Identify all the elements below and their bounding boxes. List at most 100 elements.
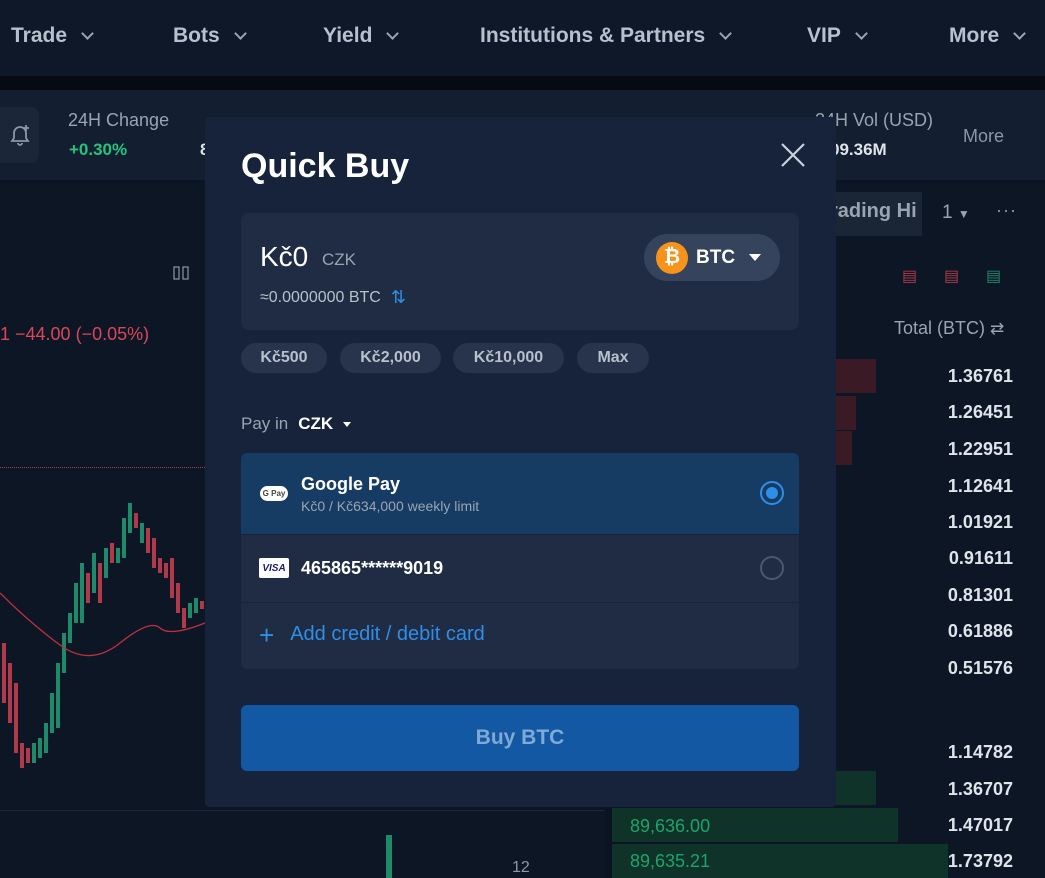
plus-icon: +	[259, 619, 275, 650]
nav-item-label: VIP	[807, 24, 841, 47]
bitcoin-icon: ₿	[656, 241, 688, 274]
visa-icon: VISA	[259, 558, 289, 578]
preset-2000-button[interactable]: Kč2,000	[340, 343, 441, 373]
time-axis-tick: 12	[512, 859, 530, 876]
divider	[241, 602, 799, 603]
amount-input[interactable]: Kč0	[260, 241, 308, 273]
bid-price[interactable]: 89,636.00	[630, 816, 710, 837]
ticker-change-label: 24H Change	[68, 110, 170, 130]
nav-item-label: Bots	[173, 24, 220, 47]
payment-radio[interactable]	[760, 556, 784, 580]
chevron-down-icon	[81, 26, 94, 40]
payment-radio-selected[interactable]	[760, 481, 784, 505]
bid-total[interactable]: 1.47017	[948, 815, 1013, 836]
nav-item-label: Institutions & Partners	[480, 24, 706, 47]
ticker-more-button[interactable]: More	[963, 126, 1004, 147]
moving-average-line	[0, 592, 206, 657]
amount-estimate: ≈0.0000000 BTC ⇅	[260, 287, 406, 308]
total-btc-label: Total (BTC)	[894, 318, 986, 338]
last-price-line	[0, 467, 205, 468]
nav-item-label: Trade	[11, 24, 68, 47]
close-button[interactable]	[777, 139, 809, 171]
modal-title: Quick Buy	[241, 147, 410, 185]
depth-value: 1	[942, 202, 953, 223]
payment-option-google-pay[interactable]: G Pay Google Pay Kč0 / Kč634,000 weekly …	[241, 453, 799, 534]
payment-methods-list: G Pay Google Pay Kč0 / Kč634,000 weekly …	[241, 453, 799, 669]
depth-select[interactable]: 1 ▼	[942, 202, 970, 224]
ask-total[interactable]: 1.36761	[948, 366, 1013, 387]
volume-panel: 12	[0, 810, 605, 878]
ask-total[interactable]: 0.91611	[949, 548, 1013, 569]
ask-total[interactable]: 0.61886	[948, 621, 1013, 642]
payment-option-name: 465865******9019	[301, 558, 444, 578]
caret-down-icon	[749, 254, 762, 261]
caret-down-icon: ▼	[957, 207, 970, 221]
payment-option-name: Google Pay	[301, 474, 401, 494]
bid-price[interactable]: 89,635.21	[630, 851, 710, 872]
add-card-label: Add credit / debit card	[290, 623, 485, 645]
ticker-change-value: +0.30%	[69, 140, 128, 159]
ask-total[interactable]: 1.12641	[948, 476, 1013, 497]
chevron-down-icon	[233, 26, 247, 40]
quick-buy-modal: Quick Buy Kč0 CZK ≈0.0000000 BTC ⇅ ₿ BTC…	[205, 117, 836, 807]
book-view-both-icon[interactable]: ▤	[902, 266, 917, 286]
pay-in-label: Pay in	[241, 414, 289, 433]
bid-total[interactable]: 1.73792	[948, 851, 1013, 872]
amount-estimate-text: ≈0.0000000 BTC	[260, 288, 381, 306]
refresh-icon: ⇄	[990, 319, 1005, 338]
ask-total[interactable]: 1.26451	[948, 402, 1013, 423]
ask-depth-bar	[836, 431, 852, 465]
coin-label: BTC	[696, 246, 736, 268]
nav-item-vip[interactable]: VIP	[807, 24, 868, 48]
add-card-button[interactable]: + Add credit / debit card	[259, 619, 485, 650]
chevron-down-icon	[386, 26, 400, 40]
tab-trading-history[interactable]: rading Hi	[830, 200, 917, 223]
top-nav: Trade Bots Yield Institutions & Partners…	[0, 0, 1045, 76]
swap-arrows-icon[interactable]: ⇅	[391, 287, 406, 308]
nav-item-label: More	[949, 24, 1000, 47]
volume-bar	[386, 835, 392, 878]
ask-total[interactable]: 0.51576	[948, 658, 1013, 679]
nav-item-institutions[interactable]: Institutions & Partners	[480, 24, 733, 48]
preset-max-button[interactable]: Max	[577, 343, 649, 373]
chevron-down-icon	[1013, 26, 1027, 40]
nav-divider	[0, 76, 1045, 90]
ask-depth-bar	[836, 396, 856, 430]
nav-item-label: Yield	[323, 24, 373, 47]
candle-settings-icon[interactable]	[173, 266, 180, 280]
nav-item-more[interactable]: More	[949, 24, 1027, 48]
caret-down-icon	[343, 421, 352, 427]
chevron-down-icon	[854, 26, 868, 40]
amount-currency: CZK	[322, 250, 356, 269]
ask-total[interactable]: 1.01921	[948, 512, 1013, 533]
chevron-down-icon	[719, 26, 733, 40]
candle-settings-icon-b	[182, 266, 189, 280]
pay-in-currency: CZK	[298, 414, 334, 433]
chart-price-change: 1 −44.00 (−0.05%)	[0, 324, 150, 344]
preset-10000-button[interactable]: Kč10,000	[453, 343, 564, 373]
amount-input-box[interactable]: Kč0 CZK ≈0.0000000 BTC ⇅ ₿ BTC	[241, 213, 799, 330]
bid-total[interactable]: 1.14782	[948, 742, 1013, 763]
payment-option-visa-card[interactable]: VISA 465865******9019	[241, 535, 799, 602]
nav-item-trade[interactable]: Trade	[11, 24, 94, 48]
payment-option-limit: Kč0 / Kč634,000 weekly limit	[301, 498, 480, 514]
ask-total[interactable]: 0.81301	[948, 585, 1013, 606]
bid-total[interactable]: 1.36707	[948, 779, 1013, 800]
pay-in-selector[interactable]: Pay in CZK	[241, 414, 352, 434]
price-alert-button[interactable]	[0, 107, 39, 163]
close-icon	[781, 143, 805, 167]
total-btc-header[interactable]: Total (BTC) ⇄	[894, 318, 1004, 339]
preset-500-button[interactable]: Kč500	[241, 343, 327, 373]
ask-depth-bar	[836, 359, 876, 393]
candles	[2, 503, 204, 768]
book-view-asks-icon[interactable]: ▤	[944, 266, 959, 286]
google-pay-icon: G Pay	[260, 486, 288, 501]
bell-plus-icon	[9, 125, 30, 146]
nav-item-yield[interactable]: Yield	[323, 24, 400, 48]
ask-total[interactable]: 1.22951	[948, 439, 1013, 460]
book-view-bids-icon[interactable]: ▤	[986, 266, 1001, 286]
buy-btc-button[interactable]: Buy BTC	[241, 705, 799, 771]
more-options-icon[interactable]: ···	[996, 200, 1017, 221]
coin-selector[interactable]: ₿ BTC	[644, 234, 780, 281]
nav-item-bots[interactable]: Bots	[173, 24, 247, 48]
